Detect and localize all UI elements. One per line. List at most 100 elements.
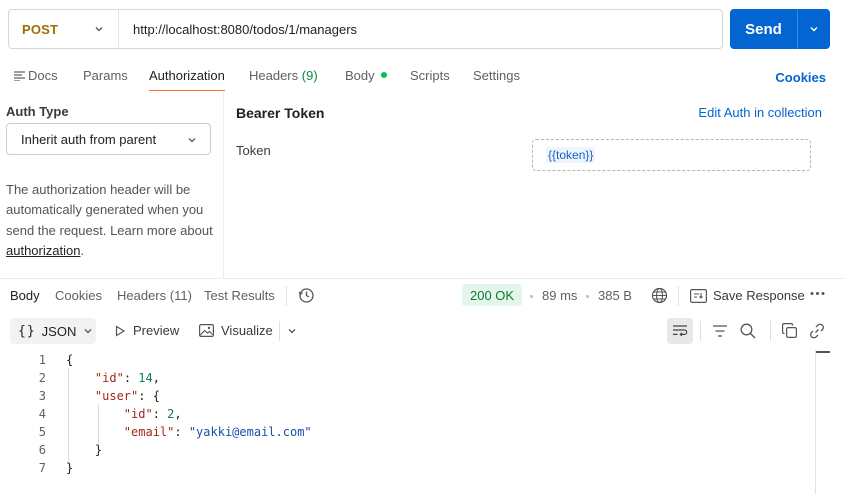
- visualize-button[interactable]: Visualize: [199, 323, 273, 338]
- json-key: "user": [94, 389, 139, 403]
- tab-docs-label: Docs: [28, 68, 58, 83]
- token-label: Token: [236, 143, 271, 158]
- chevron-down-icon: [810, 27, 818, 32]
- line-number: 6: [38, 443, 46, 457]
- meta-separator-dot: [586, 295, 589, 298]
- response-time[interactable]: 89 ms: [542, 288, 577, 303]
- resp-tab-cookies[interactable]: Cookies: [55, 288, 102, 303]
- auth-description-suffix: .: [80, 242, 85, 258]
- more-options-icon[interactable]: [810, 291, 825, 296]
- save-response-icon: [690, 288, 707, 303]
- method-label: POST: [22, 21, 59, 37]
- method-select[interactable]: POST: [9, 10, 119, 48]
- line-number: 5: [38, 425, 46, 439]
- tab-headers-label: Headers: [249, 68, 299, 83]
- active-tab-indicator: [149, 90, 225, 91]
- preview-button[interactable]: Preview: [114, 323, 179, 338]
- json-key: "id": [94, 371, 124, 385]
- status-badge[interactable]: 200 OK: [462, 284, 523, 306]
- edit-auth-link[interactable]: Edit Auth in collection: [698, 105, 822, 120]
- request-tabs: Docs Params Authorization Headers (9) Bo…: [0, 60, 845, 92]
- line-content: }: [66, 443, 103, 457]
- line-content: "user": {: [94, 389, 160, 403]
- json-string: "yakki@email.com": [188, 425, 312, 439]
- resp-tab-body[interactable]: Body: [10, 288, 40, 303]
- search-icon[interactable]: [740, 323, 756, 339]
- toolbar-divider: [678, 286, 679, 306]
- tab-params[interactable]: Params: [83, 68, 128, 83]
- link-icon[interactable]: [809, 323, 825, 339]
- history-icon[interactable]: [298, 287, 315, 304]
- send-button[interactable]: Send: [730, 21, 797, 38]
- code-line: 4 "id": 2,: [0, 405, 815, 423]
- wrap-lines-button[interactable]: [667, 318, 693, 344]
- toolbar-divider: [700, 321, 701, 341]
- send-options-button[interactable]: [798, 23, 830, 35]
- format-label: JSON: [41, 323, 77, 339]
- tab-settings[interactable]: Settings: [473, 68, 520, 83]
- line-content: {: [66, 353, 74, 367]
- chevron-down-icon: [84, 329, 92, 334]
- cookies-link[interactable]: Cookies: [775, 70, 826, 85]
- line-content: "id": 14,: [94, 371, 160, 385]
- json-number: 2: [167, 407, 175, 421]
- scrollbar-track[interactable]: [815, 350, 816, 494]
- response-body-viewer[interactable]: 1 { 2 "id": 14, 3 "user": { 4 "id": 2, 5…: [0, 350, 815, 494]
- auth-type-select[interactable]: Inherit auth from parent: [6, 123, 211, 155]
- auth-description-text: The authorization header will be automat…: [6, 182, 213, 238]
- tab-body[interactable]: Body: [345, 68, 387, 83]
- tab-authorization[interactable]: Authorization: [149, 68, 225, 83]
- response-tabs: Body Cookies Headers (11) Test Results 2…: [0, 279, 845, 313]
- resp-tab-headers[interactable]: Headers (11): [117, 288, 192, 303]
- token-input[interactable]: {{token}}: [532, 139, 811, 171]
- chevron-down-icon: [188, 138, 196, 143]
- resp-tab-test-results[interactable]: Test Results: [204, 288, 275, 303]
- url-input[interactable]: http://localhost:8080/todos/1/managers: [119, 22, 357, 37]
- auth-type-label: Auth Type: [6, 104, 69, 119]
- code-line: 2 "id": 14,: [0, 369, 815, 387]
- tab-body-label: Body: [345, 68, 375, 83]
- auth-type-panel: Auth Type Inherit auth from parent The a…: [0, 92, 224, 278]
- wrap-lines-icon: [673, 325, 688, 337]
- bearer-token-title: Bearer Token: [236, 105, 325, 121]
- docs-icon: [14, 71, 25, 82]
- chevron-down-icon[interactable]: [286, 325, 298, 337]
- tab-docs[interactable]: Docs: [14, 68, 58, 83]
- globe-icon[interactable]: [651, 287, 668, 304]
- json-key: "email": [123, 425, 175, 439]
- tab-headers-count: (9): [301, 68, 318, 83]
- meta-separator-dot: [530, 295, 533, 298]
- copy-icon[interactable]: [782, 323, 797, 338]
- code-line: 3 "user": {: [0, 387, 815, 405]
- line-number: 2: [38, 371, 46, 385]
- response-viewer-toolbar: {} JSON Preview Visualize: [0, 316, 845, 346]
- send-button-group: Send: [730, 9, 830, 49]
- code-line: 6 }: [0, 441, 815, 459]
- response-size[interactable]: 385 B: [598, 288, 632, 303]
- filter-icon[interactable]: [712, 324, 728, 338]
- code-line: 7 }: [0, 459, 815, 477]
- line-content: "id": 2,: [123, 407, 182, 421]
- toolbar-divider: [279, 321, 280, 341]
- visualize-label: Visualize: [221, 323, 273, 338]
- line-number: 4: [38, 407, 46, 421]
- tab-headers[interactable]: Headers (9): [249, 68, 318, 83]
- preview-label: Preview: [133, 323, 180, 338]
- image-icon: [199, 324, 214, 337]
- format-select[interactable]: {} JSON: [10, 318, 96, 344]
- scrollbar-thumb[interactable]: [816, 351, 830, 353]
- json-number: 14: [138, 371, 153, 385]
- line-content: }: [66, 461, 74, 475]
- code-line: 5 "email": "yakki@email.com": [0, 423, 815, 441]
- line-number: 3: [38, 389, 46, 403]
- tab-scripts[interactable]: Scripts: [410, 68, 450, 83]
- code-line: 1 {: [0, 351, 815, 369]
- toolbar-divider: [286, 286, 287, 306]
- authorization-docs-link[interactable]: authorization: [6, 243, 80, 258]
- line-number: 1: [38, 353, 46, 367]
- chevron-down-icon: [95, 27, 103, 32]
- save-response-button[interactable]: Save Response: [690, 288, 805, 303]
- json-key: "id": [123, 407, 153, 421]
- line-content: "email": "yakki@email.com": [123, 425, 312, 439]
- auth-description: The authorization header will be automat…: [6, 180, 218, 261]
